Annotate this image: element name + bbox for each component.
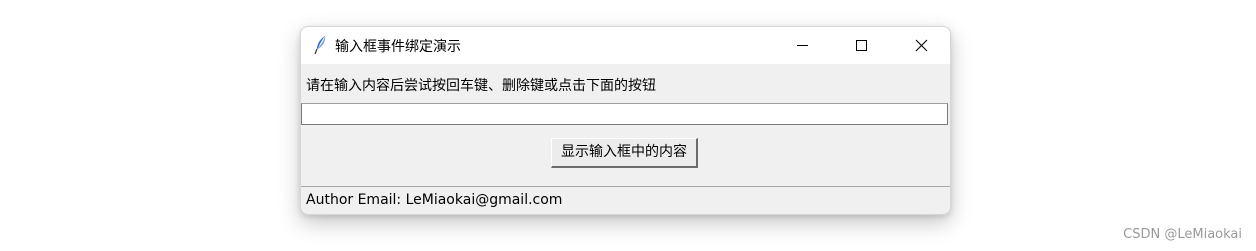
window-title: 输入框事件绑定演示 [335, 39, 461, 55]
author-email-label: Author Email: LeMiaokai@gmail.com [306, 192, 563, 208]
instruction-label: 请在输入内容后尝试按回车键、删除键或点击下面的按钮 [306, 78, 656, 94]
desktop-area: 输入框事件绑定演示 请在输入内容后尝试按回车键、删除键或点击下面的按钮 显示输入… [0, 0, 1256, 251]
title-bar[interactable]: 输入框事件绑定演示 [301, 27, 950, 64]
feather-icon [314, 35, 328, 55]
text-entry[interactable] [301, 103, 948, 125]
maximize-icon [856, 40, 867, 51]
minimize-button[interactable] [773, 27, 831, 64]
maximize-button[interactable] [832, 27, 890, 64]
watermark-text: CSDN @LeMiaokai [1123, 227, 1242, 242]
close-button[interactable] [892, 27, 950, 64]
show-content-button[interactable]: 显示输入框中的内容 [551, 138, 698, 168]
close-icon [915, 39, 928, 52]
app-window: 输入框事件绑定演示 请在输入内容后尝试按回车键、删除键或点击下面的按钮 显示输入… [300, 26, 951, 215]
minimize-icon [797, 45, 808, 46]
divider [301, 186, 950, 187]
